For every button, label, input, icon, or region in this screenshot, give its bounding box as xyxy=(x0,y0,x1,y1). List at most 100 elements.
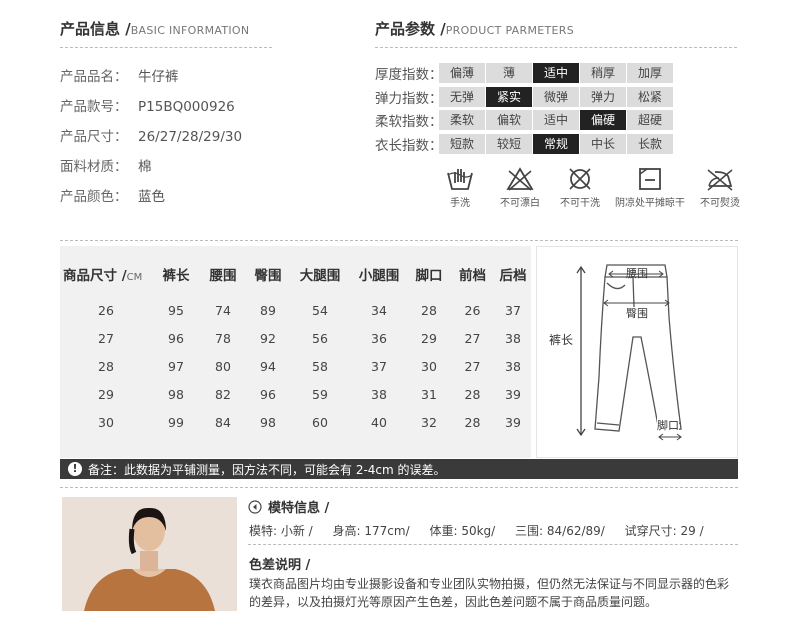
size-cell: 28 xyxy=(464,414,481,430)
size-column-header: 脚口 xyxy=(415,268,443,284)
params-table: 厚度指数： 偏薄薄适中 稍厚 加厚 弹力指数： 无弹 紧实 微弹 弹力 松紧 柔软指数： 柔软 偏软 适中… xyxy=(375,63,674,157)
table-row: 26 95 74 89 54 34 28 26 37 xyxy=(60,296,531,324)
param-option: 长款 xyxy=(627,133,674,154)
param-label: 厚度指数： xyxy=(375,67,443,83)
basic-info-divider xyxy=(60,47,272,48)
basic-info-row: 面料材质： 棉 xyxy=(60,155,152,175)
param-option: 中长 xyxy=(580,133,627,154)
size-cell: 28 xyxy=(421,302,437,318)
size-cell: 74 xyxy=(215,302,231,318)
model-info-header: 模特信息 / xyxy=(248,497,329,516)
size-cell: 89 xyxy=(260,302,276,318)
size-cell: 34 xyxy=(371,302,387,318)
param-option: 短款 xyxy=(439,133,486,154)
param-scale: 短款 较短 常规 中长 长款 xyxy=(439,133,674,154)
params-divider xyxy=(375,47,737,48)
param-label: 衣长指数： xyxy=(375,137,443,154)
size-cell: 95 xyxy=(168,302,184,318)
size-cell: 92 xyxy=(260,330,276,346)
table-row: 27 96 78 92 56 36 29 27 38 xyxy=(60,324,531,352)
size-cell: 26 xyxy=(464,302,481,318)
param-option: 无弹 xyxy=(439,86,486,107)
size-column-header: 大腿围 xyxy=(299,268,341,284)
basic-info-value: 蓝色 xyxy=(138,189,165,205)
size-cell: 98 xyxy=(260,414,276,430)
param-scale: 偏薄薄适中 稍厚 加厚 xyxy=(439,63,674,83)
size-cell: 97 xyxy=(168,358,184,374)
basic-info-label: 产品颜色： xyxy=(60,189,128,205)
size-cell: 36 xyxy=(371,330,387,346)
no-dry-clean-icon xyxy=(569,168,591,190)
info-icon: ! xyxy=(68,462,82,476)
section-divider xyxy=(60,240,738,241)
param-option: 较短 xyxy=(486,133,533,154)
table-row: 28 97 80 94 58 37 30 27 38 xyxy=(60,352,531,380)
size-column-header: 后档 xyxy=(499,268,527,284)
table-row: 29 98 82 96 59 38 31 28 39 xyxy=(60,380,531,408)
param-option: 薄 xyxy=(486,63,533,83)
size-cell: 98 xyxy=(168,386,184,402)
param-option-selected: 偏硬 xyxy=(580,110,627,130)
size-cell: 94 xyxy=(260,358,276,374)
size-cell: 32 xyxy=(421,414,437,430)
param-scale: 无弹 紧实 微弹 弹力 松紧 xyxy=(439,86,674,107)
basic-info-row: 产品颜色： 蓝色 xyxy=(60,185,165,205)
model-measurements: 三围: 84/62/89/ xyxy=(515,524,605,538)
param-option-selected: 常规 xyxy=(533,133,580,154)
model-info-line: 模特: 小新 / 身高: 177cm/ 体重: 50kg/ 三围: 84/62/… xyxy=(249,522,720,539)
size-header-label: 商品尺寸 /CM xyxy=(63,268,143,284)
param-option-selected: 适中 xyxy=(533,63,580,83)
param-option: 松紧 xyxy=(627,86,674,107)
no-iron-icon xyxy=(707,169,733,191)
size-cell: 54 xyxy=(312,302,328,318)
color-note-text: 璞衣商品图片均由专业摄影设备和专业团队实物拍摄，但仍然无法保证与不同显示器的色彩… xyxy=(249,577,730,609)
care-shade-dry: 阴凉处平摊晾干 xyxy=(610,166,690,209)
param-option: 超硬 xyxy=(627,110,674,130)
basic-info-row: 产品品名： 牛仔裤 xyxy=(60,65,179,85)
size-cell: 31 xyxy=(421,386,437,402)
basic-info-value: P15BQ000926 xyxy=(138,99,235,115)
size-cell: 96 xyxy=(260,386,276,402)
size-cell: 40 xyxy=(371,414,387,430)
care-no-dry-clean: 不可干洗 xyxy=(550,166,610,209)
param-option: 适中 xyxy=(533,110,580,130)
basic-info-value: 棉 xyxy=(138,159,152,175)
hem-arrow-icon xyxy=(658,433,682,441)
size-cell: 28 xyxy=(464,386,481,402)
size-cell-size: 27 xyxy=(98,330,114,346)
no-bleach-icon xyxy=(506,167,534,191)
size-table: 商品尺寸 /CM 裤长 腰围 臀围 大腿围 小腿围 脚口 前档 后档 26 95 74 89 54 34… xyxy=(60,252,531,436)
size-cell: 96 xyxy=(168,330,184,346)
basic-info-value: 26/27/28/29/30 xyxy=(138,129,243,145)
circle-arrow-left-icon xyxy=(248,499,262,514)
hip-label: 臀围 xyxy=(626,307,648,320)
note-divider xyxy=(60,487,738,488)
size-cell: 82 xyxy=(215,386,231,402)
size-cell: 80 xyxy=(215,358,231,374)
pants-diagram-panel: 腰围 臀围 裤长 脚口 xyxy=(536,246,738,458)
model-fit-size: 试穿尺寸: 29 / xyxy=(624,524,704,538)
table-row: 30 99 84 98 60 40 32 28 39 xyxy=(60,408,531,436)
param-option: 弹力 xyxy=(580,86,627,107)
size-cell: 78 xyxy=(215,330,231,346)
param-row: 柔软指数： 柔软 偏软 适中 偏硬 超硬 xyxy=(375,110,674,130)
size-cell: 38 xyxy=(371,386,387,402)
param-row: 厚度指数： 偏薄薄适中 稍厚 加厚 xyxy=(375,63,674,83)
color-note-title: 色差说明 / xyxy=(249,558,311,573)
param-option: 偏软 xyxy=(486,110,533,130)
model-name: 模特: 小新 / xyxy=(249,524,313,538)
size-cell: 29 xyxy=(421,330,437,346)
size-cell: 99 xyxy=(168,414,184,430)
basic-info-title: 产品信息 /BASIC INFORMATION xyxy=(60,20,250,38)
size-cell: 30 xyxy=(421,358,437,374)
size-cell: 39 xyxy=(505,386,521,402)
param-option: 微弹 xyxy=(533,86,580,107)
param-option: 偏薄 xyxy=(439,63,486,83)
model-photo xyxy=(62,497,237,611)
hand-wash-icon xyxy=(447,169,473,190)
model-divider xyxy=(248,544,738,545)
care-hand-wash: 手洗 xyxy=(430,166,490,209)
basic-info-row: 产品尺寸： 26/27/28/29/30 xyxy=(60,125,242,145)
shade-flat-dry-icon xyxy=(639,168,661,190)
size-cell: 37 xyxy=(371,358,387,374)
